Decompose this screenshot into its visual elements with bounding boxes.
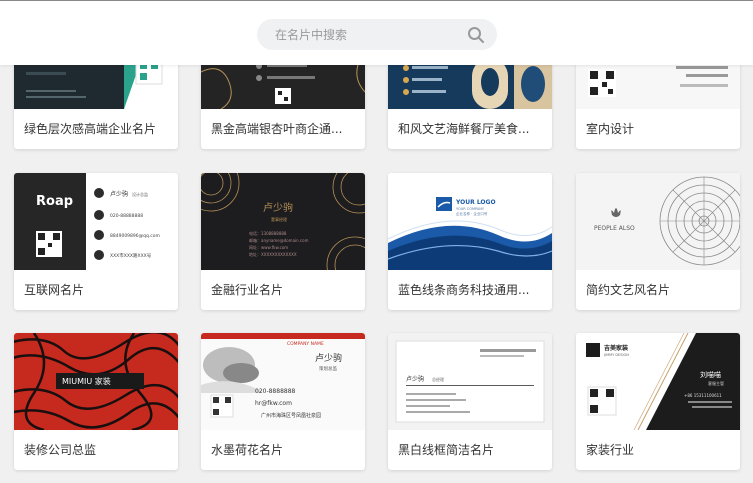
card-thumbnail: 吉美家装 JIMMY DESIGN 刘喵喵 客服主管 +86 153111006… [576, 333, 740, 430]
svg-text:卢少驹: 卢少驹 [263, 201, 293, 214]
svg-text:020-8888888: 020-8888888 [255, 388, 296, 395]
svg-text:客服主管: 客服主管 [708, 380, 724, 386]
card-title: 蓝色线条商务科技通用... [398, 283, 530, 297]
svg-text:PEOPLE ALSO: PEOPLE ALSO [594, 225, 635, 232]
template-card[interactable]: 卢少驹 总经理 黑白线框简洁名片 [388, 333, 552, 470]
svg-text:020-88888888: 020-88888888 [110, 213, 143, 219]
svg-text:策划总监: 策划总监 [319, 365, 337, 372]
svg-text:广州市海珠区号凤凰社泉园: 广州市海珠区号凤凰社泉园 [261, 412, 321, 419]
template-card[interactable]: 黑金高端银杏叶商企通... [201, 52, 365, 149]
svg-text:邮箱：anyname@domain.com: 邮箱：anyname@domain.com [249, 237, 309, 243]
svg-text:YOUR COMPANY: YOUR COMPANY [456, 207, 485, 211]
card-title: 金融行业名片 [211, 283, 284, 297]
template-card[interactable]: Roap 卢少驹 设计总监 020-88888888 8849009896@qq… [14, 173, 178, 310]
card-thumbnail: PEOPLE ALSO [576, 173, 740, 270]
svg-text:+86 15311100611: +86 15311100611 [684, 393, 722, 398]
card-thumbnail: 卢少驹 董事经理 电话：1308888888 邮箱：anyname@domain… [201, 173, 365, 270]
card-title: 黑金高端银杏叶商企通... [211, 122, 343, 136]
svg-text:董事经理: 董事经理 [271, 216, 287, 222]
card-thumbnail: Roap 卢少驹 设计总监 020-88888888 8849009896@qq… [14, 173, 178, 270]
card-thumbnail: YOUR LOGO YOUR COMPANY 企业名称 · 企业口号 [388, 173, 552, 270]
card-thumbnail: COMPANY NAME 卢少驹 策划总监 020-8888888 hr@fkw… [201, 333, 365, 430]
card-title: 水墨荷花名片 [211, 443, 284, 457]
svg-text:hr@fkw.com: hr@fkw.com [255, 400, 292, 407]
card-title: 家装行业 [586, 443, 635, 457]
svg-text:COMPANY NAME: COMPANY NAME [287, 341, 324, 347]
search-icon[interactable] [467, 26, 485, 44]
template-card[interactable]: COMPANY NAME 卢少驹 策划总监 020-8888888 hr@fkw… [201, 333, 365, 470]
svg-text:YOUR LOGO: YOUR LOGO [455, 199, 496, 206]
svg-text:刘喵喵: 刘喵喵 [700, 370, 721, 379]
template-card[interactable]: YOUR LOGO YOUR COMPANY 企业名称 · 企业口号 蓝色线条商… [388, 173, 552, 310]
template-card[interactable]: 绿色层次感高端企业名片 [14, 52, 178, 149]
svg-text:网址：www.fkw.com: 网址：www.fkw.com [249, 244, 288, 250]
card-title: 绿色层次感高端企业名片 [24, 122, 157, 136]
card-title: 和风文艺海鲜餐厅美食... [398, 122, 530, 136]
template-card[interactable]: 室内设计 [576, 52, 740, 149]
card-thumbnail: 卢少驹 总经理 [388, 333, 552, 430]
svg-text:MIUMIU 家装: MIUMIU 家装 [62, 376, 111, 386]
template-card[interactable]: 吉美家装 JIMMY DESIGN 刘喵喵 客服主管 +86 153111006… [576, 333, 740, 470]
svg-text:地址：XXXXXXXXXXXXX: 地址：XXXXXXXXXXXXX [249, 251, 297, 257]
template-card[interactable]: 和风文艺海鲜餐厅美食... [388, 52, 552, 149]
template-card[interactable]: PEOPLE ALSO 简约文艺风名片 [576, 173, 740, 310]
template-card[interactable]: MIUMIU 家装 装修公司总监 [14, 333, 178, 470]
card-title: 黑白线框简洁名片 [398, 443, 495, 457]
card-title: 室内设计 [586, 122, 635, 136]
search-box[interactable] [257, 19, 497, 50]
card-title: 互联网名片 [24, 283, 85, 297]
svg-text:电话：1308888888: 电话：1308888888 [249, 230, 287, 236]
card-title: 简约文艺风名片 [586, 283, 671, 297]
card-title: 装修公司总监 [24, 443, 97, 457]
card-thumbnail: MIUMIU 家装 [14, 333, 178, 430]
svg-text:设计总监: 设计总监 [132, 191, 148, 197]
svg-text:8849009896@qq.com: 8849009896@qq.com [110, 233, 160, 239]
svg-text:JIMMY DESIGN: JIMMY DESIGN [603, 353, 629, 357]
svg-text:企业名称 · 企业口号: 企业名称 · 企业口号 [456, 211, 488, 216]
svg-text:卢少驹: 卢少驹 [110, 190, 128, 198]
svg-text:XXX市XXX路XXX号: XXX市XXX路XXX号 [110, 252, 152, 259]
svg-text:卢少驹: 卢少驹 [406, 375, 424, 383]
template-card[interactable]: 卢少驹 董事经理 电话：1308888888 邮箱：anyname@domain… [201, 173, 365, 310]
top-bar [0, 0, 753, 65]
svg-text:卢少驹: 卢少驹 [315, 352, 342, 364]
svg-text:吉美家装: 吉美家装 [604, 344, 628, 352]
svg-text:总经理: 总经理 [432, 376, 444, 382]
svg-text:Roap: Roap [36, 194, 73, 209]
search-input[interactable] [275, 19, 455, 50]
